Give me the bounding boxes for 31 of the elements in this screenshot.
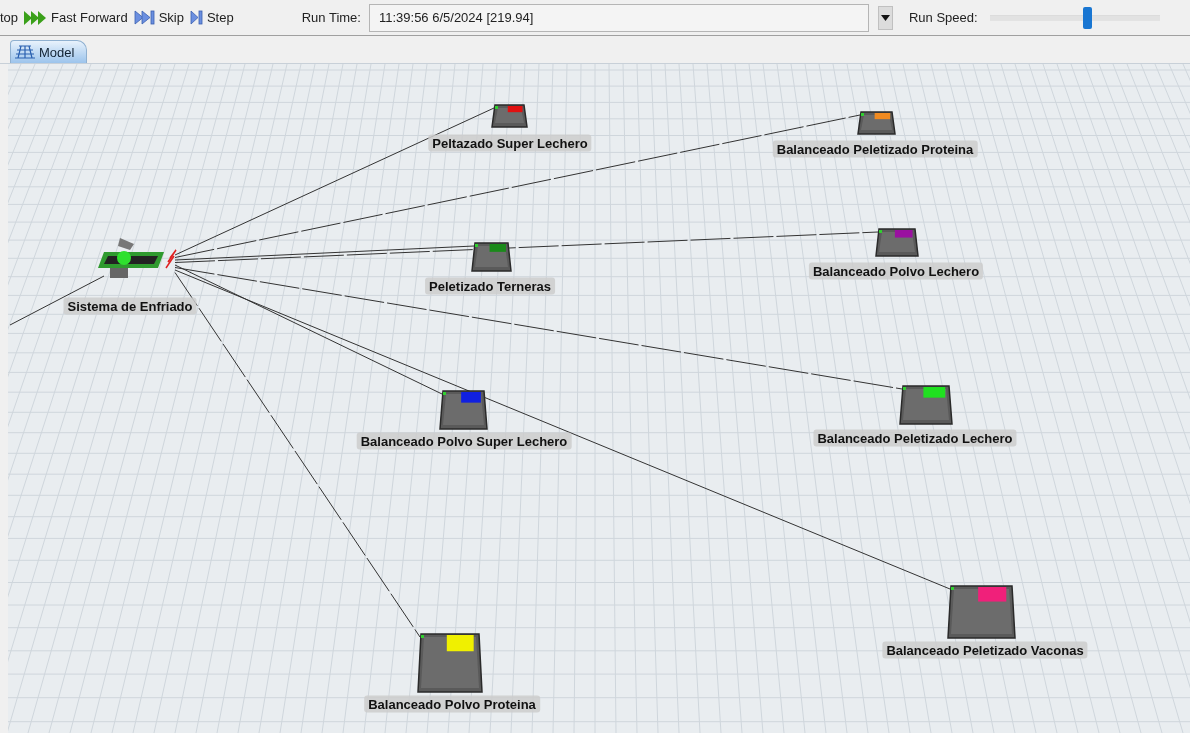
caret-icon [880, 14, 890, 21]
station-drawing [417, 633, 483, 693]
station-label: Balanceado Peletizado Proteina [772, 140, 978, 158]
station-label: Peltazado Super Lechero [428, 134, 592, 152]
step-icon [189, 10, 204, 25]
station-drawing [947, 585, 1016, 639]
station-label: Balanceado Polvo Super Lechero [356, 432, 572, 450]
run-speed-label: Run Speed: [908, 10, 978, 25]
station-drawing [491, 104, 528, 128]
skip-icon [133, 10, 156, 25]
model-tab[interactable]: Model [10, 40, 88, 63]
station-drawing [439, 390, 488, 430]
station-drawing [857, 111, 896, 135]
station-drawing [899, 385, 953, 425]
stop-button[interactable]: top [0, 5, 25, 30]
step-button[interactable]: Step [189, 5, 240, 30]
station-label: Balanceado Polvo Proteina [364, 695, 540, 713]
station-label: Balanceado Peletizado Vaconas [882, 641, 1088, 659]
run-time-field[interactable]: 11:39:56 6/5/2024 [219.94] [368, 3, 869, 32]
station-label: Peletizado Terneras [425, 277, 555, 295]
station-label: Balanceado Polvo Lechero [808, 262, 984, 280]
grid-icon [15, 45, 35, 59]
run-time-label: Run Time: [301, 10, 361, 25]
station-drawing [875, 228, 919, 257]
fast-forward-button[interactable]: Fast Forward [24, 5, 134, 30]
dropdown-button[interactable] [877, 5, 893, 30]
skip-button[interactable]: Skip [133, 5, 190, 30]
station-label: Balanceado Peletizado Lechero [813, 429, 1017, 447]
station-label: Sistema de Enfriado [63, 297, 197, 315]
slider-thumb[interactable] [1082, 6, 1092, 29]
station-drawing [471, 242, 512, 272]
